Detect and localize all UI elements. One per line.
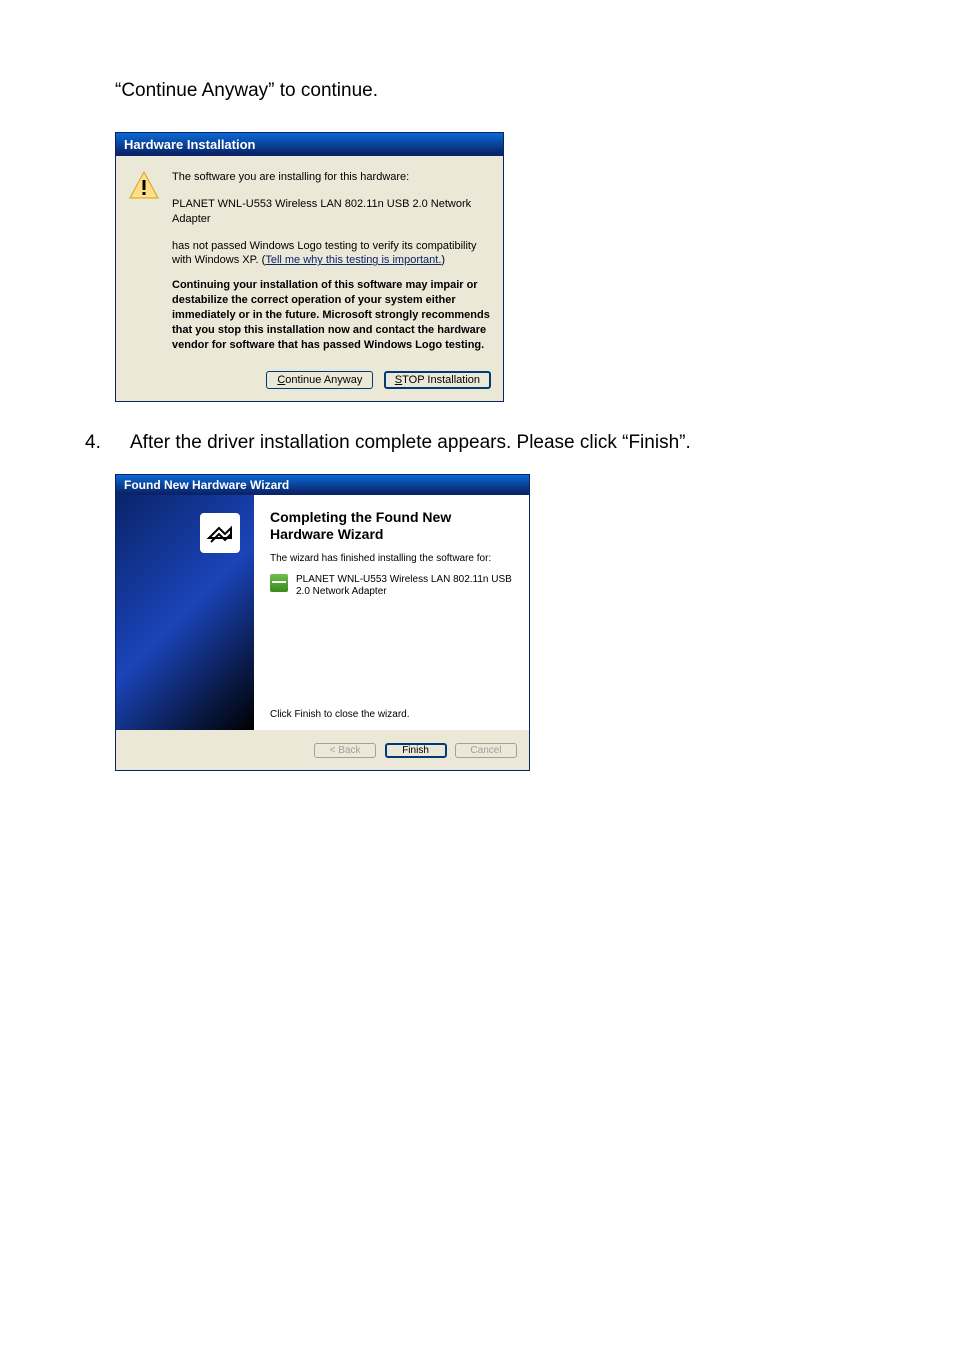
dialog1-logo-post: ) bbox=[441, 254, 445, 266]
dialog2-subtext: The wizard has finished installing the s… bbox=[270, 553, 515, 564]
warning-icon bbox=[128, 170, 160, 202]
continue-anyway-button[interactable]: Continue Anyway bbox=[266, 371, 373, 389]
dialog2-close-hint: Click Finish to close the wizard. bbox=[270, 709, 410, 720]
wizard-side-panel bbox=[116, 495, 254, 730]
dialog1-line1: The software you are installing for this… bbox=[172, 170, 491, 185]
hardware-installation-dialog: Hardware Installation The software you a… bbox=[115, 132, 504, 402]
step4-number: 4. bbox=[85, 432, 130, 454]
back-button[interactable]: < Back bbox=[314, 743, 376, 758]
found-new-hardware-wizard-dialog: Found New Hardware Wizard Completing the… bbox=[115, 474, 530, 771]
doc-intro-text: “Continue Anyway” to continue. bbox=[115, 80, 869, 102]
wizard-graphic-icon bbox=[200, 513, 240, 553]
dialog2-device-name: PLANET WNL-U553 Wireless LAN 802.11n USB… bbox=[296, 574, 515, 598]
finish-button[interactable]: Finish bbox=[385, 743, 447, 758]
dialog2-title: Found New Hardware Wizard bbox=[116, 475, 529, 495]
dialog1-logo-text: has not passed Windows Logo testing to v… bbox=[172, 239, 491, 269]
dialog1-device-name: PLANET WNL-U553 Wireless LAN 802.11n USB… bbox=[172, 197, 491, 227]
dialog1-title: Hardware Installation bbox=[116, 133, 503, 156]
tell-me-why-link[interactable]: Tell me why this testing is important. bbox=[265, 254, 441, 266]
network-adapter-icon bbox=[270, 574, 288, 592]
step4-text: After the driver installation complete a… bbox=[130, 432, 869, 454]
cancel-button[interactable]: Cancel bbox=[455, 743, 517, 758]
dialog1-warning: Continuing your installation of this sof… bbox=[172, 278, 491, 352]
dialog2-heading: Completing the Found New Hardware Wizard bbox=[270, 509, 515, 543]
stop-installation-button[interactable]: STOP Installation bbox=[384, 371, 491, 389]
